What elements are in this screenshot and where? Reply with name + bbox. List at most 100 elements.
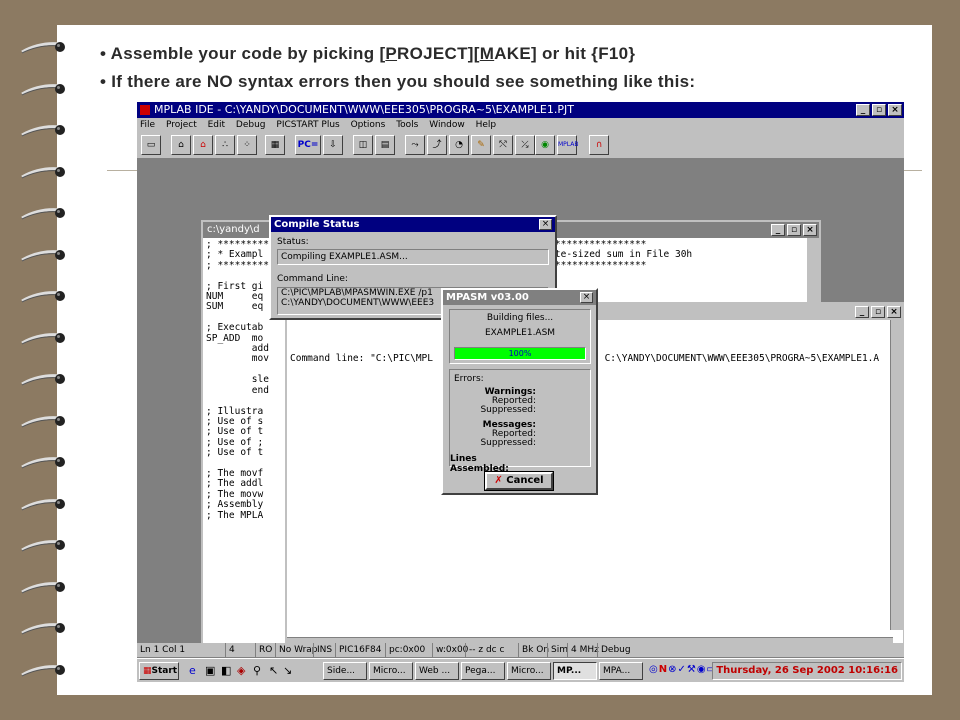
source-minimize-button[interactable]: _ xyxy=(771,224,785,236)
ide-title: MPLAB IDE - C:\YANDY\DOCUMENT\WWW\EEE305… xyxy=(154,103,574,116)
task-pega[interactable]: Pega... xyxy=(461,662,505,680)
status-bk: Bk On xyxy=(518,643,549,657)
binding-ring xyxy=(20,165,65,179)
output-vscrollbar[interactable] xyxy=(890,320,903,630)
status-device: PIC16F84 xyxy=(335,643,381,657)
build-progress-bar: 100% xyxy=(454,347,586,360)
task-side[interactable]: Side... xyxy=(323,662,367,680)
compile-status-title: Compile Status xyxy=(271,217,555,232)
toolbar-mplab-button[interactable]: MPLAB xyxy=(557,135,579,155)
toolbar-select-icon[interactable]: ▭ xyxy=(141,135,161,155)
quicklaunch-app4-icon[interactable]: ↖ xyxy=(269,664,278,677)
toolbar-tool5-icon[interactable]: ⤲ xyxy=(493,135,513,155)
ide-title-bar: MPLAB IDE - C:\YANDY\DOCUMENT\WWW\EEE305… xyxy=(137,102,904,118)
quicklaunch-app2-icon[interactable]: ◈ xyxy=(237,664,245,677)
output-minimize-button[interactable]: _ xyxy=(855,306,869,318)
menu-options[interactable]: Options xyxy=(351,120,386,130)
menu-help[interactable]: Help xyxy=(476,120,497,130)
task-mpasm[interactable]: MPA... xyxy=(599,662,643,680)
command-line-label: Command Line: xyxy=(277,274,348,284)
compile-status-close-button[interactable]: × xyxy=(539,219,552,230)
menu-edit[interactable]: Edit xyxy=(208,120,225,130)
source-title: c:\yandy\d xyxy=(207,224,260,235)
output-maximize-button[interactable]: ▫ xyxy=(871,306,885,318)
divider-right xyxy=(904,170,922,171)
cancel-button[interactable]: ✗ Cancel xyxy=(484,471,554,491)
source-close-button[interactable]: × xyxy=(803,224,817,236)
toolbar-step-icon[interactable]: ⁘ xyxy=(237,135,257,155)
quicklaunch-desktop-icon[interactable]: ▣ xyxy=(205,664,215,677)
status-ins: INS xyxy=(313,643,332,657)
toolbar-download-icon[interactable]: ⇩ xyxy=(323,135,343,155)
toolbar-tool2-icon[interactable]: ⤴ xyxy=(427,135,447,155)
build-progress-text: 100% xyxy=(508,349,532,358)
ide-menu-bar: File Project Edit Debug PICSTART Plus Op… xyxy=(137,118,904,132)
toolbar-help-icon[interactable]: ◉ xyxy=(535,135,555,155)
output-close-button[interactable]: × xyxy=(887,306,901,318)
menu-window[interactable]: Window xyxy=(429,120,465,130)
status-position: Ln 1 Col 1 xyxy=(140,645,186,655)
task-micro-2[interactable]: Micro... xyxy=(507,662,551,680)
binding-ring xyxy=(20,455,65,469)
build-group: Building files... EXAMPLE1.ASM 100% xyxy=(449,309,591,364)
build-file: EXAMPLE1.ASM xyxy=(484,328,556,338)
status-pc: pc:0x00 xyxy=(385,643,425,657)
mpasm-close-button[interactable]: × xyxy=(580,292,593,303)
slide-bullets: • Assemble your code by picking [PROJECT… xyxy=(100,44,695,100)
status-debug: Debug xyxy=(597,643,631,657)
binding-ring xyxy=(20,40,65,54)
toolbar-home-icon[interactable]: ⌂ xyxy=(171,135,191,155)
binding-ring xyxy=(20,580,65,594)
menu-project[interactable]: Project xyxy=(166,120,197,130)
divider-left xyxy=(107,170,137,171)
task-micro-1[interactable]: Micro... xyxy=(369,662,413,680)
status-wrap: No Wrap xyxy=(275,643,318,657)
source-maximize-button[interactable]: ▫ xyxy=(787,224,801,236)
minimize-button[interactable]: _ xyxy=(856,104,870,116)
task-mplab[interactable]: MP... xyxy=(553,662,597,680)
mplab-app-icon xyxy=(140,105,150,115)
bullet-assemble: • Assemble your code by picking [PROJECT… xyxy=(100,44,636,63)
quicklaunch-ie-icon[interactable]: e xyxy=(189,664,196,677)
cancel-icon: ✗ xyxy=(494,475,503,486)
toolbar-tool3-icon[interactable]: ◔ xyxy=(449,135,469,155)
menu-debug[interactable]: Debug xyxy=(236,120,266,130)
task-web[interactable]: Web ... xyxy=(415,662,459,680)
close-button[interactable]: × xyxy=(888,104,902,116)
tray-icons: ◎N⊗✓⚒◉▭ xyxy=(649,664,718,675)
toolbar-pc-button[interactable]: PC= xyxy=(295,135,321,155)
toolbar-memory-icon[interactable]: ▤ xyxy=(375,135,395,155)
menu-tools[interactable]: Tools xyxy=(396,120,418,130)
menu-file[interactable]: File xyxy=(140,120,155,130)
toolbar-tool6-icon[interactable]: ⤰ xyxy=(515,135,535,155)
binding-ring xyxy=(20,289,65,303)
quicklaunch-app5-icon[interactable]: ↘ xyxy=(283,664,292,677)
toolbar-reset-icon[interactable]: ⌂ xyxy=(193,135,213,155)
toolbar-tool4-icon[interactable]: ✎ xyxy=(471,135,491,155)
toolbar-watch-icon[interactable]: ◫ xyxy=(353,135,373,155)
binding-ring xyxy=(20,331,65,345)
warnings-suppressed-label: Suppressed: xyxy=(480,405,536,415)
quicklaunch-app3-icon[interactable]: ⚲ xyxy=(253,664,261,677)
results-group: Errors: Warnings: Reported: Suppressed: … xyxy=(449,369,591,474)
toolbar-footsteps-icon[interactable]: ∴ xyxy=(215,135,235,155)
messages-suppressed-label: Suppressed: xyxy=(480,438,536,448)
toolbar-chip-icon[interactable]: ▦ xyxy=(265,135,285,155)
status-sim: Sim xyxy=(547,643,568,657)
toolbar-tool1-icon[interactable]: ⤳ xyxy=(405,135,425,155)
mpasm-title-bar: MPASM v03.00 xyxy=(443,290,596,305)
lines-assembled-label: Lines Assembled: xyxy=(450,454,509,474)
binding-ring xyxy=(20,372,65,386)
toolbar-magnet-icon[interactable]: ∩ xyxy=(589,135,609,155)
windows-taskbar: ▦Start e ▣ ◧ ◈ ⚲ ↖ ↘ Side... Micro... We… xyxy=(137,658,904,682)
windows-logo-icon: ▦ xyxy=(143,666,152,676)
menu-picstart[interactable]: PICSTART Plus xyxy=(276,120,339,130)
quicklaunch-app1-icon[interactable]: ◧ xyxy=(221,664,231,677)
status-clock: 4 MHz xyxy=(567,643,599,657)
maximize-button[interactable]: ▫ xyxy=(872,104,886,116)
start-button[interactable]: ▦Start xyxy=(139,662,179,680)
binding-ring xyxy=(20,206,65,220)
ide-toolbar: ▭ ⌂ ⌂ ∴ ⁘ ▦ PC= ⇩ ◫ ▤ ⤳ ⤴ ◔ ✎ ⤲ ⤰ ◉ MPLA… xyxy=(137,132,904,159)
binding-ring xyxy=(20,663,65,677)
bullet-no-errors: • If there are NO syntax errors then you… xyxy=(100,72,696,91)
